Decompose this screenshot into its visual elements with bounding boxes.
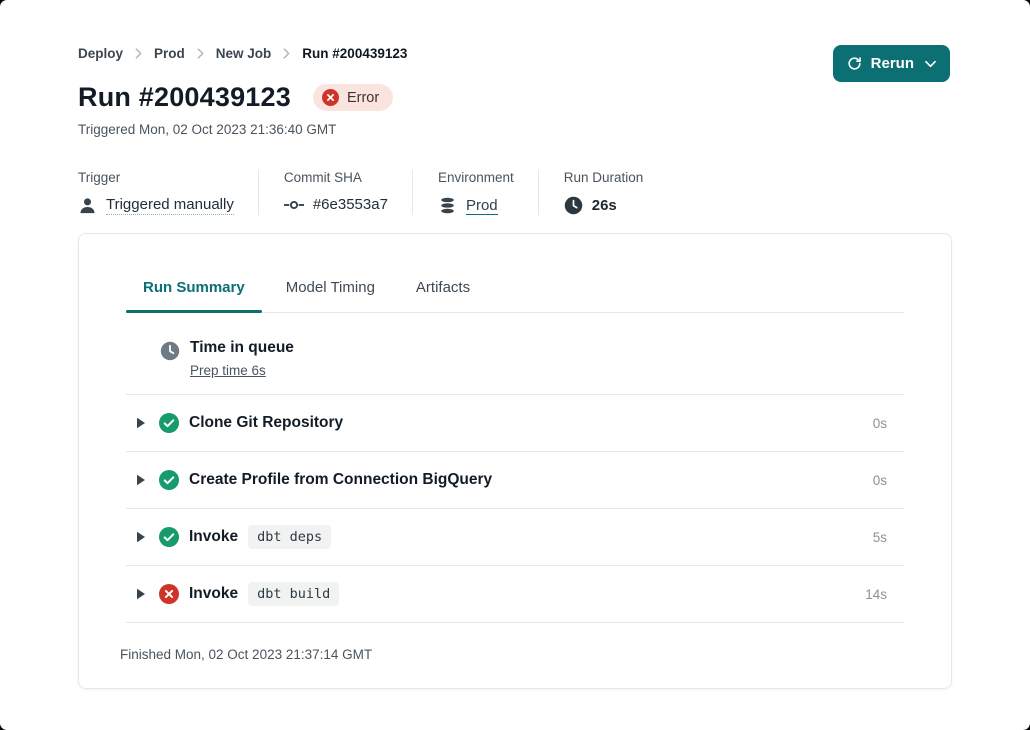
success-check-icon [159,527,179,547]
clock-icon [564,196,583,215]
step-duration: 0s [873,473,887,488]
success-check-icon [159,470,179,490]
meta-environment-label: Environment [438,170,514,185]
run-detail-page: Deploy Prod New Job Run #200439123 Run #… [0,0,1030,730]
error-circle-icon [322,89,339,106]
chevron-right-icon [135,48,142,59]
meta-environment: Environment Prod [413,170,539,215]
step-label: Invoke [189,585,238,603]
step-row-invoke-dbt-build[interactable]: Invoke dbt build 14s [126,566,904,623]
environment-link[interactable]: Prod [466,197,498,215]
step-row-invoke-dbt-deps[interactable]: Invoke dbt deps 5s [126,509,904,566]
commit-sha-value: #6e3553a7 [313,196,388,213]
step-duration: 14s [865,587,887,602]
queue-title: Time in queue [190,339,294,357]
expand-caret-icon[interactable] [136,588,146,600]
title-row: Run #200439123 Error [78,82,950,113]
step-duration: 5s [873,530,887,545]
time-in-queue-section: Time in queue Prep time 6s [126,313,904,395]
chevron-right-icon [197,48,204,59]
meta-commit-label: Commit SHA [284,170,388,185]
breadcrumb-new-job[interactable]: New Job [216,46,272,61]
step-command-chip: dbt deps [248,525,331,549]
chevron-down-icon [925,60,936,68]
rerun-button-label: Rerun [871,55,914,72]
status-badge-label: Error [347,90,379,106]
breadcrumb-current-run: Run #200439123 [302,46,407,61]
prep-time-link[interactable]: Prep time 6s [190,363,266,378]
error-circle-icon [159,584,179,604]
commit-icon [284,199,304,211]
meta-trigger: Trigger Triggered manually [78,170,259,215]
step-label: Clone Git Repository [189,414,343,432]
breadcrumb: Deploy Prod New Job Run #200439123 [78,46,950,61]
tab-run-summary[interactable]: Run Summary [126,279,262,312]
success-check-icon [159,413,179,433]
run-duration-value: 26s [592,197,617,214]
database-icon [438,196,457,215]
expand-caret-icon[interactable] [136,417,146,429]
trigger-value[interactable]: Triggered manually [106,196,234,215]
step-duration: 0s [873,416,887,431]
queue-clock-icon [160,339,180,380]
step-label: Invoke [189,528,238,546]
tab-bar: Run Summary Model Timing Artifacts [126,234,904,313]
page-header: Deploy Prod New Job Run #200439123 Run #… [0,0,1030,137]
tab-model-timing[interactable]: Model Timing [269,279,392,312]
expand-caret-icon[interactable] [136,531,146,543]
finished-timestamp: Finished Mon, 02 Oct 2023 21:37:14 GMT [120,623,904,688]
breadcrumb-deploy[interactable]: Deploy [78,46,123,61]
meta-commit-sha: Commit SHA #6e3553a7 [259,170,413,215]
run-summary-card: Run Summary Model Timing Artifacts Time … [78,233,952,689]
person-icon [78,196,97,215]
meta-trigger-label: Trigger [78,170,234,185]
step-row-create-profile[interactable]: Create Profile from Connection BigQuery … [126,452,904,509]
meta-duration-label: Run Duration [564,170,644,185]
breadcrumb-prod[interactable]: Prod [154,46,185,61]
triggered-timestamp: Triggered Mon, 02 Oct 2023 21:36:40 GMT [78,122,950,137]
step-label: Create Profile from Connection BigQuery [189,471,492,489]
refresh-icon [847,56,862,71]
expand-caret-icon[interactable] [136,474,146,486]
rerun-button[interactable]: Rerun [833,45,950,82]
tab-artifacts[interactable]: Artifacts [399,279,487,312]
step-command-chip: dbt build [248,582,339,606]
step-row-clone-git[interactable]: Clone Git Repository 0s [126,395,904,452]
meta-run-duration: Run Duration 26s [539,170,668,215]
page-title: Run #200439123 [78,82,291,113]
run-meta-row: Trigger Triggered manually Commit SHA #6… [0,170,1030,215]
status-badge: Error [313,84,393,111]
chevron-right-icon [283,48,290,59]
